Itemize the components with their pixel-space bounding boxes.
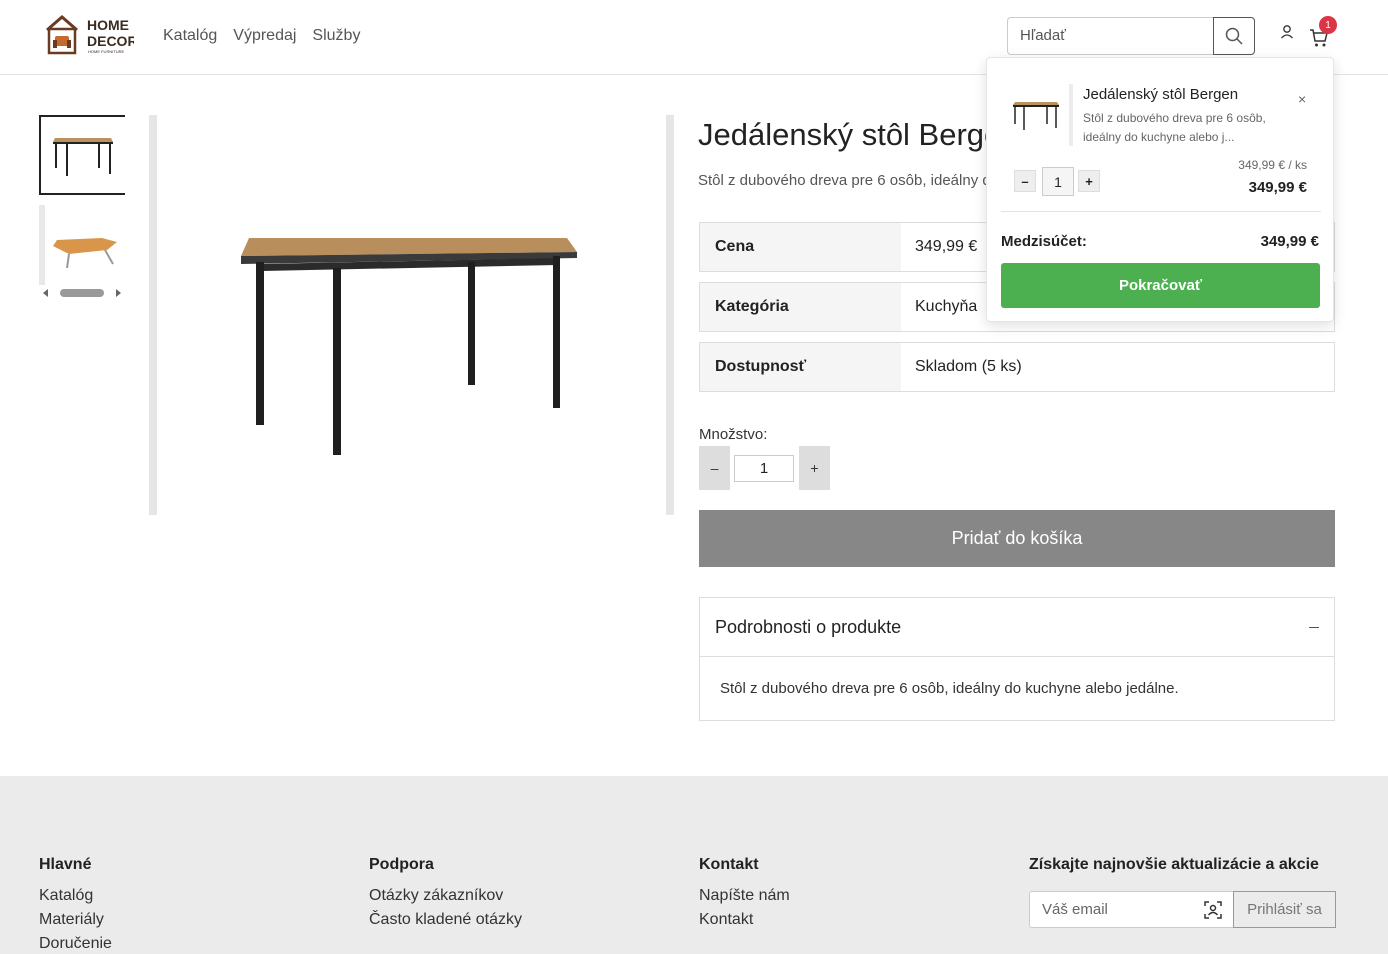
attr-label: Dostupnosť <box>700 343 901 391</box>
footer-col-contact: Kontakt Napíšte nám Kontakt <box>699 856 790 932</box>
image-frame-left <box>149 115 157 515</box>
image-frame-right <box>666 115 674 515</box>
nav-sluzby[interactable]: Služby <box>312 27 360 45</box>
quantity-decrease-button[interactable]: – <box>699 446 730 490</box>
collapse-icon[interactable] <box>1309 626 1319 628</box>
divider <box>1001 211 1321 212</box>
chevron-right-icon[interactable] <box>116 289 121 297</box>
footer-col-title: Podpora <box>369 856 434 873</box>
cart-qty-increase-button[interactable]: + <box>1078 170 1100 192</box>
user-icon[interactable] <box>1279 24 1295 40</box>
footer-link[interactable]: Často kladené otázky <box>369 908 522 932</box>
footer-link[interactable]: Materiály <box>39 908 112 932</box>
cart-qty-input[interactable]: 1 <box>1042 167 1074 196</box>
newsletter-title: Získajte najnovšie aktualizácie a akcie <box>1029 856 1319 873</box>
subtotal-value: 349,99 € <box>1260 233 1319 250</box>
product-title: Jedálenský stôl Bergen <box>698 117 1019 152</box>
thumbnail-scroller[interactable] <box>43 287 121 299</box>
svg-text:HOME FURNITURE: HOME FURNITURE <box>88 49 125 54</box>
contact-card-icon[interactable] <box>1203 900 1223 920</box>
footer-link[interactable]: Napíšte nám <box>699 884 790 908</box>
cart-item-description: Stôl z dubového dreva pre 6 osôb, ideáln… <box>1083 111 1266 144</box>
nav-vypredaj[interactable]: Výpredaj <box>233 27 296 45</box>
thumbnail-1[interactable] <box>39 115 125 195</box>
quantity-input[interactable]: 1 <box>734 455 794 482</box>
cart-qty-decrease-button[interactable]: – <box>1014 170 1036 192</box>
attr-label: Cena <box>700 223 901 271</box>
nav-katalog[interactable]: Katalóg <box>163 27 217 45</box>
desk-thumbnail-image <box>53 238 117 269</box>
attr-value: Skladom (5 ks) <box>901 343 1334 391</box>
main-nav: Katalóg Výpredaj Služby <box>163 27 360 45</box>
footer-col-support: Podpora Otázky zákazníkov Často kladené … <box>369 856 522 932</box>
mini-cart-dropdown: Jedálenský stôl Bergen Stôl z dubového d… <box>986 57 1334 322</box>
cart-count-badge: 1 <box>1319 16 1337 34</box>
attr-label: Kategória <box>700 283 901 331</box>
svg-text:HOME: HOME <box>87 17 129 33</box>
main-product-image[interactable] <box>157 115 666 515</box>
details-body: Stôl z dubového dreva pre 6 osôb, ideáln… <box>720 680 1179 697</box>
search-bar: Hľadať <box>1007 17 1255 55</box>
subtotal-label: Medzisúčet: <box>1001 233 1087 250</box>
continue-button[interactable]: Pokračovať <box>1001 263 1320 308</box>
cart-item-image <box>1013 102 1059 130</box>
cart-item-divider <box>1069 84 1073 146</box>
product-details-accordion: Podrobnosti o produkte Stôl z dubového d… <box>699 597 1335 721</box>
svg-text:DECOR: DECOR <box>87 33 134 49</box>
add-to-cart-button[interactable]: Pridať do košíka <box>699 510 1335 567</box>
thumbnail-2[interactable] <box>39 205 125 285</box>
footer-link[interactable]: Doručenie <box>39 932 112 954</box>
footer-link[interactable]: Otázky zákazníkov <box>369 884 522 908</box>
attr-row-availability: Dostupnosť Skladom (5 ks) <box>699 342 1335 392</box>
home-decor-logo[interactable]: HOME DECOR HOME FURNITURE <box>44 14 138 56</box>
search-button[interactable] <box>1213 17 1255 55</box>
cart-item-unit-price: 349,99 € / ks <box>1238 158 1307 172</box>
quantity-increase-button[interactable]: + <box>799 446 830 490</box>
cart-item-total: 349,99 € <box>1248 179 1307 196</box>
footer-col-title: Kontakt <box>699 856 759 873</box>
search-icon <box>1225 27 1243 45</box>
chevron-left-icon[interactable] <box>43 289 48 297</box>
footer-col-main: Hlavné Katalóg Materiály Doručenie <box>39 856 112 954</box>
cart-item-name[interactable]: Jedálenský stôl Bergen <box>1083 86 1238 103</box>
scroll-thumb[interactable] <box>60 289 104 297</box>
newsletter-subscribe-button[interactable]: Prihlásiť sa <box>1233 891 1336 928</box>
details-title: Podrobnosti o produkte <box>715 616 902 637</box>
site-footer: Hlavné Katalóg Materiály Doručenie Podpo… <box>0 776 1388 954</box>
footer-link[interactable]: Kontakt <box>699 908 790 932</box>
footer-link[interactable]: Katalóg <box>39 884 112 908</box>
remove-item-icon[interactable]: × <box>1298 91 1306 107</box>
footer-col-title: Hlavné <box>39 856 92 873</box>
quantity-label: Množstvo: <box>699 426 768 443</box>
search-input[interactable]: Hľadať <box>1007 17 1213 55</box>
table-thumbnail-image <box>53 138 113 176</box>
details-header[interactable]: Podrobnosti o produkte <box>700 598 1334 657</box>
